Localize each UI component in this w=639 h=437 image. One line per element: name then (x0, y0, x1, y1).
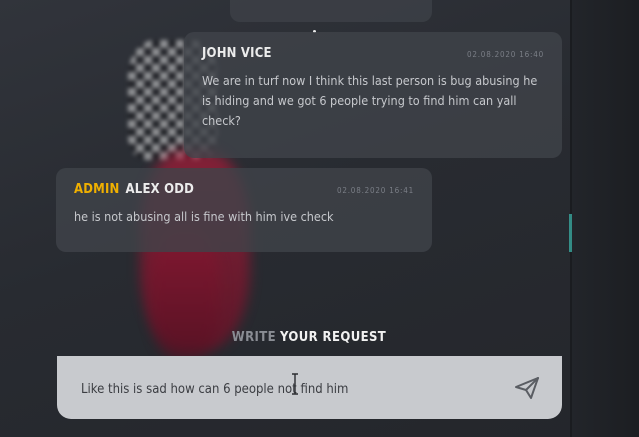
composer-heading: WRITE YOUR REQUEST (0, 330, 618, 345)
message-author: JOHN VICE (202, 46, 272, 61)
message-header: ADMIN ALEX ODD 02.08.2020 16:41 (74, 182, 414, 197)
message-author-line: ADMIN ALEX ODD (74, 182, 194, 197)
previous-message-partial (230, 0, 432, 22)
right-panel-edge (571, 0, 639, 437)
composer-heading-prefix: WRITE (231, 330, 277, 345)
composer-heading-main: YOUR REQUEST (280, 330, 387, 345)
chat-message-admin: ADMIN ALEX ODD 02.08.2020 16:41 he is not… (56, 168, 432, 252)
message-timestamp: 02.08.2020 16:40 (466, 50, 544, 59)
scroll-thumb[interactable] (569, 214, 572, 252)
send-button[interactable] (514, 376, 540, 400)
request-composer (57, 356, 562, 419)
text-cursor-icon (292, 373, 298, 395)
message-author: ALEX ODD (125, 182, 195, 197)
admin-role-badge: ADMIN (74, 182, 120, 197)
message-author-line: JOHN VICE (202, 46, 272, 61)
message-text: We are in turf now I think this last per… (202, 73, 538, 128)
message-text: he is not abusing all is fine with him i… (74, 209, 334, 224)
message-header: JOHN VICE 02.08.2020 16:40 (202, 46, 544, 61)
chat-message: JOHN VICE 02.08.2020 16:40 We are in tur… (184, 32, 562, 158)
paper-plane-icon (515, 377, 539, 399)
message-timestamp: 02.08.2020 16:41 (336, 186, 414, 195)
